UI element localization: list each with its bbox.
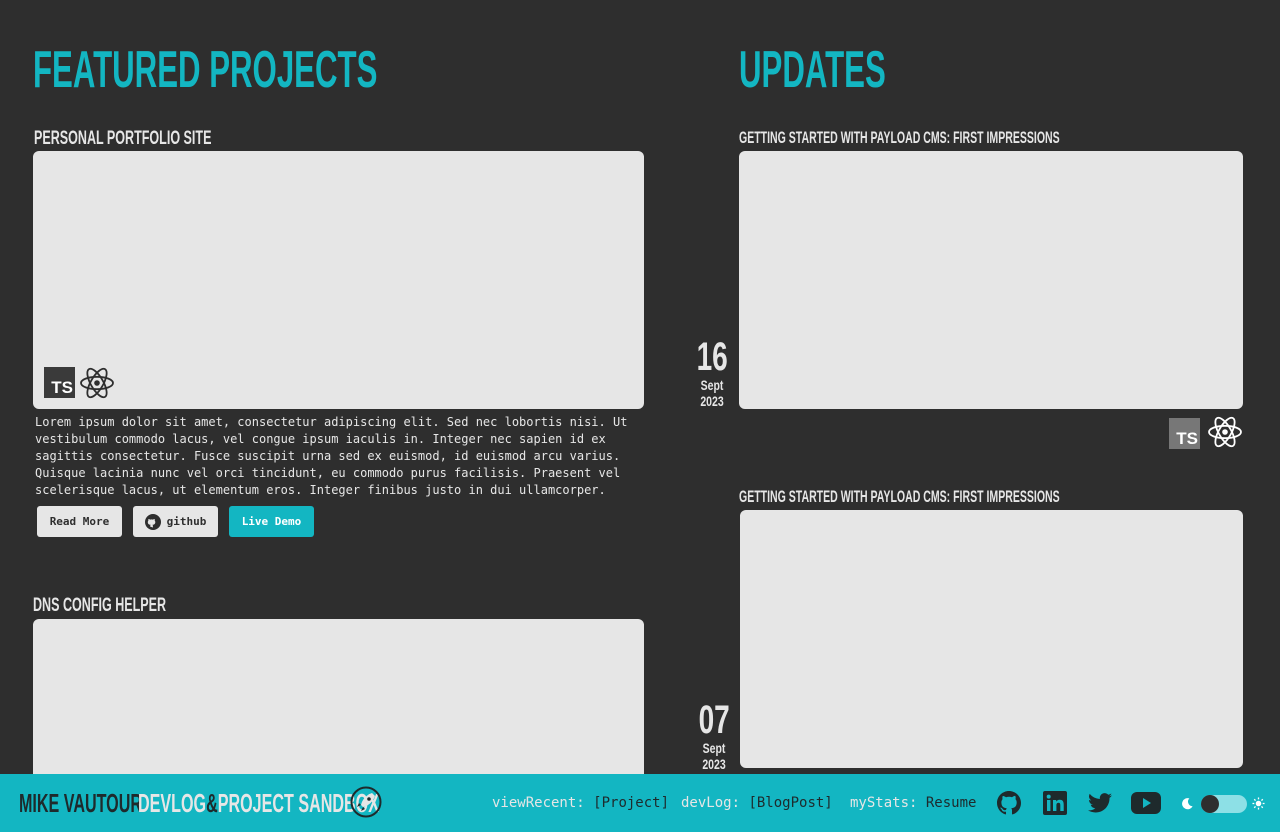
updates-heading: Updates [739,41,886,99]
post-date-day: 16 [696,335,728,379]
github-icon[interactable] [997,791,1021,815]
read-more-label: Read More [49,515,110,528]
post-date-month: Sept [702,740,726,756]
site-owner-name[interactable]: Mike Vautour [19,789,142,817]
typescript-icon: TS [44,367,75,398]
nav-key: myStats [850,795,910,811]
nav-separator: : [731,795,749,811]
footer-bar: Mike Vautour Devlog&Project Sandbox view… [0,774,1280,832]
nav-key: devLog [681,795,732,811]
project-description: Lorem ipsum dolor sit amet, consectetur … [35,415,628,497]
post-date-day: 07 [698,698,730,742]
live-demo-button[interactable]: Live Demo [229,506,314,537]
live-demo-label: Live Demo [241,515,302,528]
project-title-portfolio[interactable]: Personal Portfolio Site [34,128,211,150]
github-icon [144,513,161,530]
nav-separator: : [909,795,926,811]
nav-value: [BlogPost] [748,795,833,811]
post-date-month: Sept [700,377,724,393]
post-thumbnail[interactable] [740,510,1243,768]
twitter-icon[interactable] [1088,792,1112,814]
nav-value: [Project] [593,795,670,811]
nav-my-stats[interactable]: myStats: Resume [850,794,976,812]
project-title-dns[interactable]: DNS Config Helper [33,595,166,617]
post-date-year: 2023 [702,756,726,772]
nav-devlog[interactable]: devLog: [BlogPost] [681,794,833,812]
post-thumbnail[interactable] [739,151,1243,409]
post-date: 16 Sept 2023 [690,337,734,409]
site-tagline[interactable]: Devlog&Project Sandbox [138,789,379,817]
nav-key: viewRecent [492,795,577,811]
nav-view-recent[interactable]: viewRecent: [Project] [492,794,669,812]
nav-separator: : [576,795,594,811]
moon-icon [1182,798,1193,810]
react-icon [80,367,114,399]
linkedin-icon[interactable] [1043,791,1067,815]
tagline-devlog: Devlog [138,788,207,818]
post-date-year: 2023 [700,393,724,409]
nav-value: Resume [925,795,977,811]
featured-projects-heading: Featured Projects [33,41,378,99]
post-title[interactable]: Getting Started with Payload CMS: First … [739,127,1060,149]
github-button[interactable]: github [133,506,218,537]
theme-toggle-knob[interactable] [1201,795,1219,813]
rocket-logo-icon [350,786,382,818]
github-label: github [166,515,207,528]
typescript-icon: TS [1169,418,1200,449]
sun-icon [1252,797,1265,810]
post-date: 07 Sept 2023 [692,700,736,772]
youtube-icon[interactable] [1131,792,1161,814]
read-more-button[interactable]: Read More [37,506,122,537]
react-icon [1208,416,1242,448]
tagline-ampersand: & [206,788,218,818]
project-thumbnail-dns[interactable] [33,619,644,789]
post-title[interactable]: Getting Started with Payload CMS: First … [739,486,1060,508]
project-thumbnail-portfolio[interactable] [33,151,644,409]
